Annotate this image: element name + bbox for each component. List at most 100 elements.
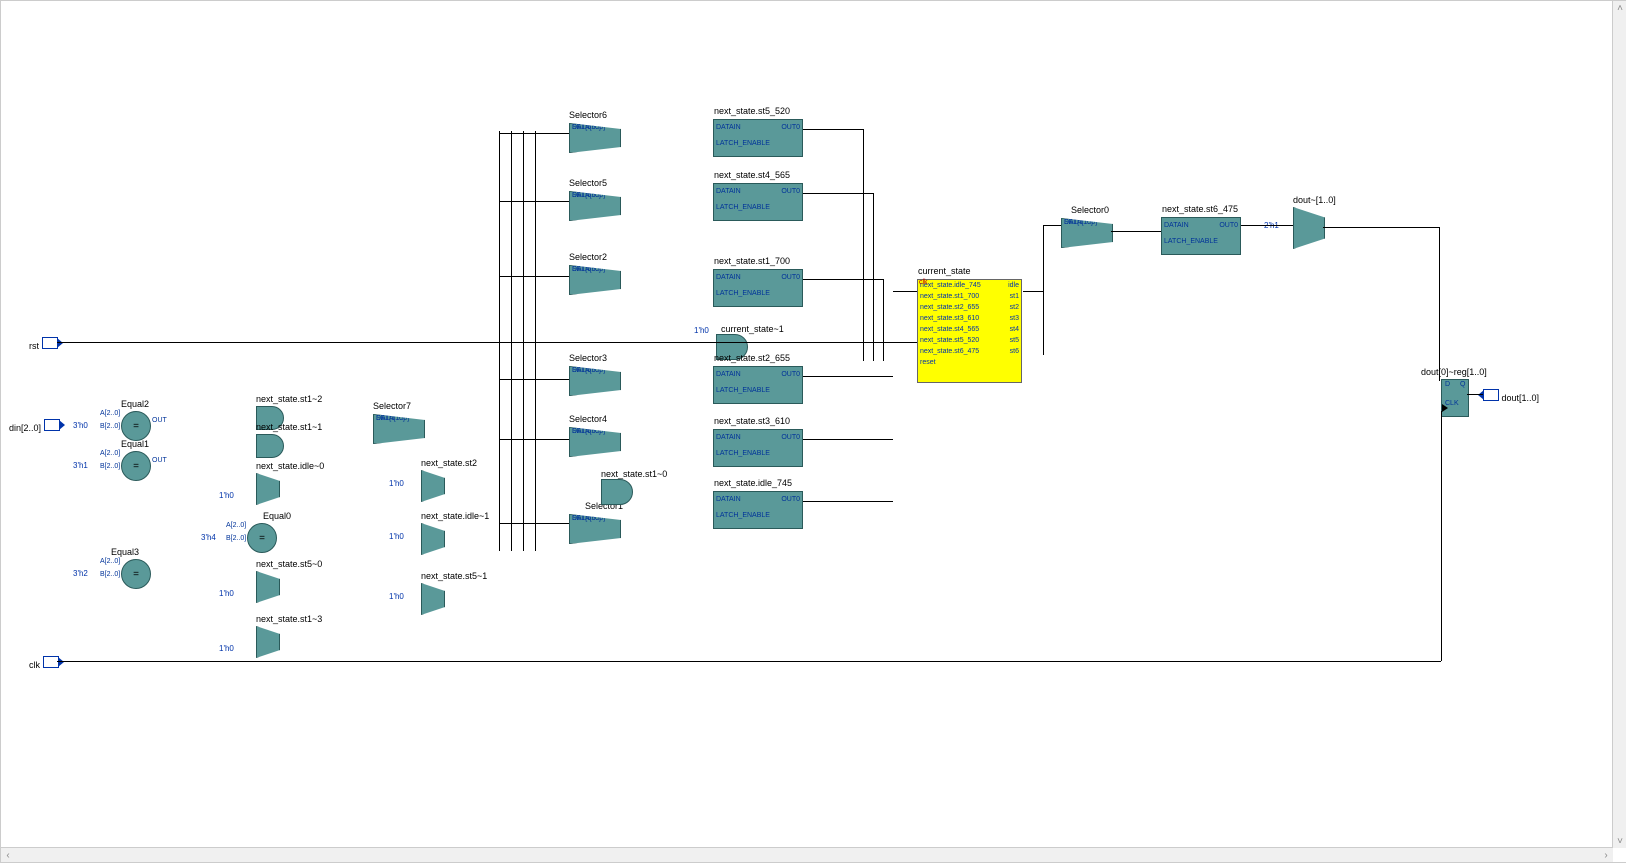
- mux-ns-idle-1[interactable]: [421, 523, 445, 555]
- port-a: A[2..0]: [100, 558, 120, 565]
- latch-st1-700[interactable]: next_state.st1_700 DATAIN OUT0 LATCH_ENA…: [713, 269, 803, 307]
- const: 1'h0: [219, 491, 234, 500]
- lbl: Selector6: [569, 110, 607, 120]
- wire: [511, 131, 512, 551]
- port-out: OUT: [152, 457, 167, 464]
- clk-port: clk: [919, 279, 928, 286]
- scrollbar-vertical[interactable]: ˄ ˅: [1612, 1, 1626, 848]
- pin-din: din[2..0]: [9, 419, 60, 433]
- block-selector1[interactable]: SEL[6..0] DATA[6..0] OUT: [569, 514, 621, 544]
- block-selector0[interactable]: SEL[1..0] DATA[1..0] OUT: [1061, 218, 1113, 248]
- wire: [499, 201, 569, 202]
- scroll-up-icon[interactable]: ˄: [1613, 1, 1626, 15]
- label-equal2: Equal2: [121, 399, 149, 409]
- wire: [499, 379, 569, 380]
- const: 1'h0: [694, 326, 709, 335]
- latch-st5-520[interactable]: next_state.st5_520 DATAIN OUT0 LATCH_ENA…: [713, 119, 803, 157]
- wire: [1439, 227, 1440, 381]
- scrollbar-horizontal[interactable]: ‹ ›: [1, 847, 1613, 862]
- lbl: dout~[1..0]: [1293, 195, 1336, 205]
- wire: [535, 131, 536, 551]
- lbl: next_state.st1~3: [256, 614, 322, 624]
- state-row: next_state.st3_610st3: [918, 313, 1021, 324]
- latch-st3-610[interactable]: next_state.st3_610 DATAIN OUT0 LATCH_ENA…: [713, 429, 803, 467]
- wire: [873, 193, 874, 361]
- const: 3'h2: [73, 569, 88, 578]
- const: 3'h1: [73, 461, 88, 470]
- block-selector7[interactable]: SEL[1..0] DATA[1..0] OUT: [373, 414, 425, 444]
- wire: [803, 439, 893, 440]
- wire: [803, 279, 883, 280]
- wire: [499, 439, 569, 440]
- mux-ns-idle-0[interactable]: [256, 473, 280, 505]
- block-current-state[interactable]: current_state next_state.idle_745idlenex…: [917, 279, 1022, 383]
- block-selector3[interactable]: SEL[6..0] DATA[6..0] OUT: [569, 366, 621, 396]
- mux-ns-st1-3[interactable]: [256, 626, 280, 658]
- gate-ns-st1-1[interactable]: [256, 434, 284, 458]
- port: D: [1445, 381, 1450, 388]
- schematic-canvas[interactable]: rst din[2..0] clk dout[1..0] Equal2 = A[…: [0, 0, 1626, 863]
- latch-st6-475[interactable]: next_state.st6_475 DATAIN OUT0 LATCH_ENA…: [1161, 217, 1241, 255]
- block-selector6[interactable]: SEL[6..0] DATA[6..0] OUT: [569, 123, 621, 153]
- port-b: B[2..0]: [100, 423, 120, 430]
- lbl: Selector0: [1071, 205, 1109, 215]
- port-b: B[2..0]: [226, 535, 246, 542]
- lbl: next_state.st5~1: [421, 571, 487, 581]
- mux-ns-st5-1[interactable]: [421, 583, 445, 615]
- wire: [57, 661, 1441, 662]
- wire: [1467, 394, 1483, 395]
- wire: [803, 501, 893, 502]
- mux-ns-st2[interactable]: [421, 470, 445, 502]
- state-row: next_state.st1_700st1: [918, 291, 1021, 302]
- block-equal2[interactable]: =: [121, 411, 151, 441]
- lbl: current_state~1: [721, 324, 784, 334]
- port-b: B[2..0]: [100, 463, 120, 470]
- latch-st4-565[interactable]: next_state.st4_565 DATAIN OUT0 LATCH_ENA…: [713, 183, 803, 221]
- latch-st2-655[interactable]: next_state.st2_655 DATAIN OUT0 LATCH_ENA…: [713, 366, 803, 404]
- state-row: next_state.idle_745idle: [918, 280, 1021, 291]
- lbl: Selector3: [569, 353, 607, 363]
- port-a: A[2..0]: [100, 410, 120, 417]
- label-equal1: Equal1: [121, 439, 149, 449]
- pin-rst: rst: [29, 337, 58, 351]
- lbl: next_state.idle~0: [256, 461, 324, 471]
- lbl: Selector2: [569, 252, 607, 262]
- lbl: next_state.st5~0: [256, 559, 322, 569]
- wire: [499, 131, 500, 551]
- label-equal3: Equal3: [111, 547, 139, 557]
- lbl: next_state.st1~2: [256, 394, 322, 404]
- block-equal1[interactable]: =: [121, 451, 151, 481]
- state-row: next_state.st6_475st6: [918, 346, 1021, 357]
- lbl: Selector7: [373, 401, 411, 411]
- gate-ns-st1-0[interactable]: [601, 479, 633, 505]
- port-a: A[2..0]: [226, 522, 246, 529]
- scroll-down-icon[interactable]: ˅: [1613, 834, 1626, 848]
- block-selector5[interactable]: SEL[6..0] DATA[6..0] OUT: [569, 191, 621, 221]
- wire: [803, 376, 893, 377]
- lbl: next_state.st1~1: [256, 422, 322, 432]
- block-selector4[interactable]: SEL[6..0] DATA[6..0] OUT: [569, 427, 621, 457]
- state-row: next_state.st5_520st5: [918, 335, 1021, 346]
- block-selector2[interactable]: SEL[6..0] DATA[6..0] OUT: [569, 265, 621, 295]
- mux-dout[interactable]: [1293, 207, 1325, 249]
- wire: [1241, 225, 1293, 226]
- wire: [883, 279, 884, 361]
- block-equal3[interactable]: =: [121, 559, 151, 589]
- pin-clk: clk: [29, 656, 59, 670]
- mux-ns-st5-0[interactable]: [256, 571, 280, 603]
- wire: [1441, 411, 1442, 661]
- state-row: next_state.st4_565st4: [918, 324, 1021, 335]
- wire: [499, 523, 569, 524]
- port-a: A[2..0]: [100, 450, 120, 457]
- wire: [1323, 227, 1439, 228]
- latch-idle-745[interactable]: next_state.idle_745 DATAIN OUT0 LATCH_EN…: [713, 491, 803, 529]
- wire: [1043, 225, 1044, 355]
- lbl: dout[0]~reg[1..0]: [1421, 367, 1487, 377]
- const: 1'h0: [219, 644, 234, 653]
- scroll-left-icon[interactable]: ‹: [1, 848, 15, 862]
- wire: [1043, 225, 1061, 226]
- block-equal0[interactable]: =: [247, 523, 277, 553]
- port-b: B[2..0]: [100, 571, 120, 578]
- const: 1'h0: [389, 532, 404, 541]
- scroll-right-icon[interactable]: ›: [1599, 848, 1613, 862]
